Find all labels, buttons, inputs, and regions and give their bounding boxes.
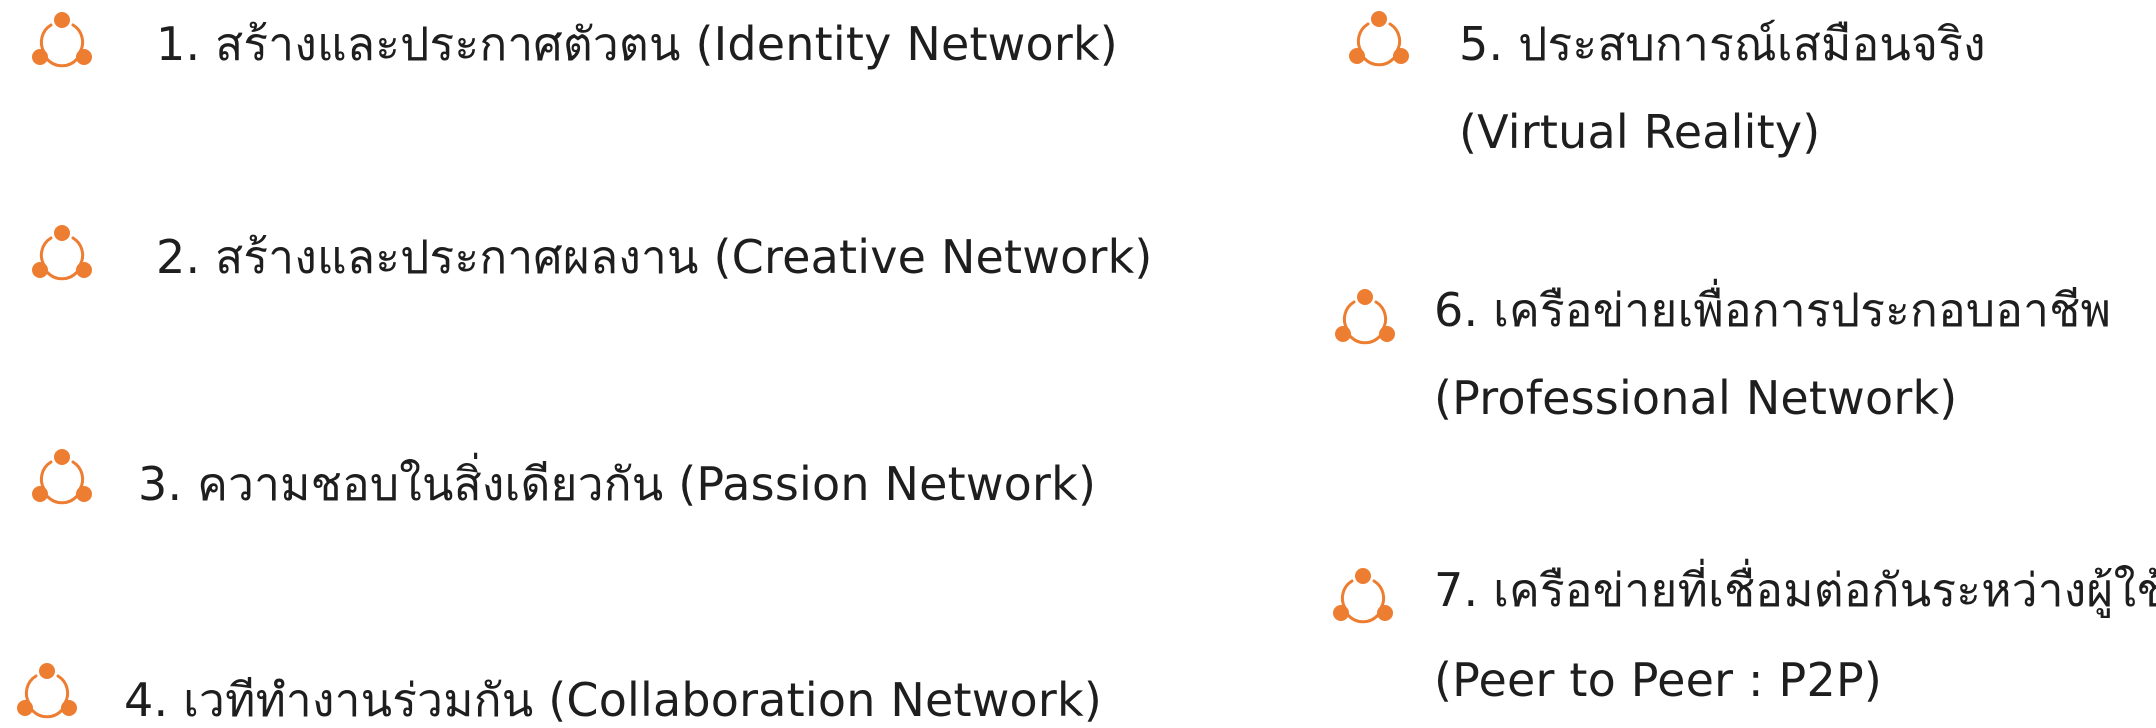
share-network-icon bbox=[27, 8, 97, 74]
share-network-icon bbox=[27, 221, 97, 287]
item-5-text-line1: 5. ประสบการณ์เสมือนจริง bbox=[1459, 17, 1986, 71]
item-3-text: 3. ความชอบในสิ่งเดียวกัน (Passion Networ… bbox=[138, 457, 1097, 511]
share-network-icon bbox=[1328, 564, 1398, 630]
share-network-icon bbox=[27, 445, 97, 511]
share-network-icon bbox=[12, 659, 82, 725]
item-6-text-line2: (Professional Network) bbox=[1434, 371, 1958, 425]
share-network-icon bbox=[1344, 7, 1414, 73]
item-7-text-line1: 7. เครือข่ายที่เชื่อมต่อกันระหว่างผู้ใช้ bbox=[1434, 563, 2156, 617]
item-7-text-line2: (Peer to Peer : P2P) bbox=[1434, 653, 1883, 707]
item-5-text-line2: (Virtual Reality) bbox=[1459, 105, 1821, 159]
item-4-text: 4. เวทีทำงานร่วมกัน (Collaboration Netwo… bbox=[124, 673, 1103, 727]
share-network-icon bbox=[1330, 285, 1400, 351]
item-6-text-line1: 6. เครือข่ายเพื่อการประกอบอาชีพ bbox=[1434, 283, 2112, 337]
item-2-text: 2. สร้างและประกาศผลงาน (Creative Network… bbox=[156, 230, 1153, 284]
item-1-text: 1. สร้างและประกาศตัวตน (Identity Network… bbox=[156, 17, 1118, 71]
